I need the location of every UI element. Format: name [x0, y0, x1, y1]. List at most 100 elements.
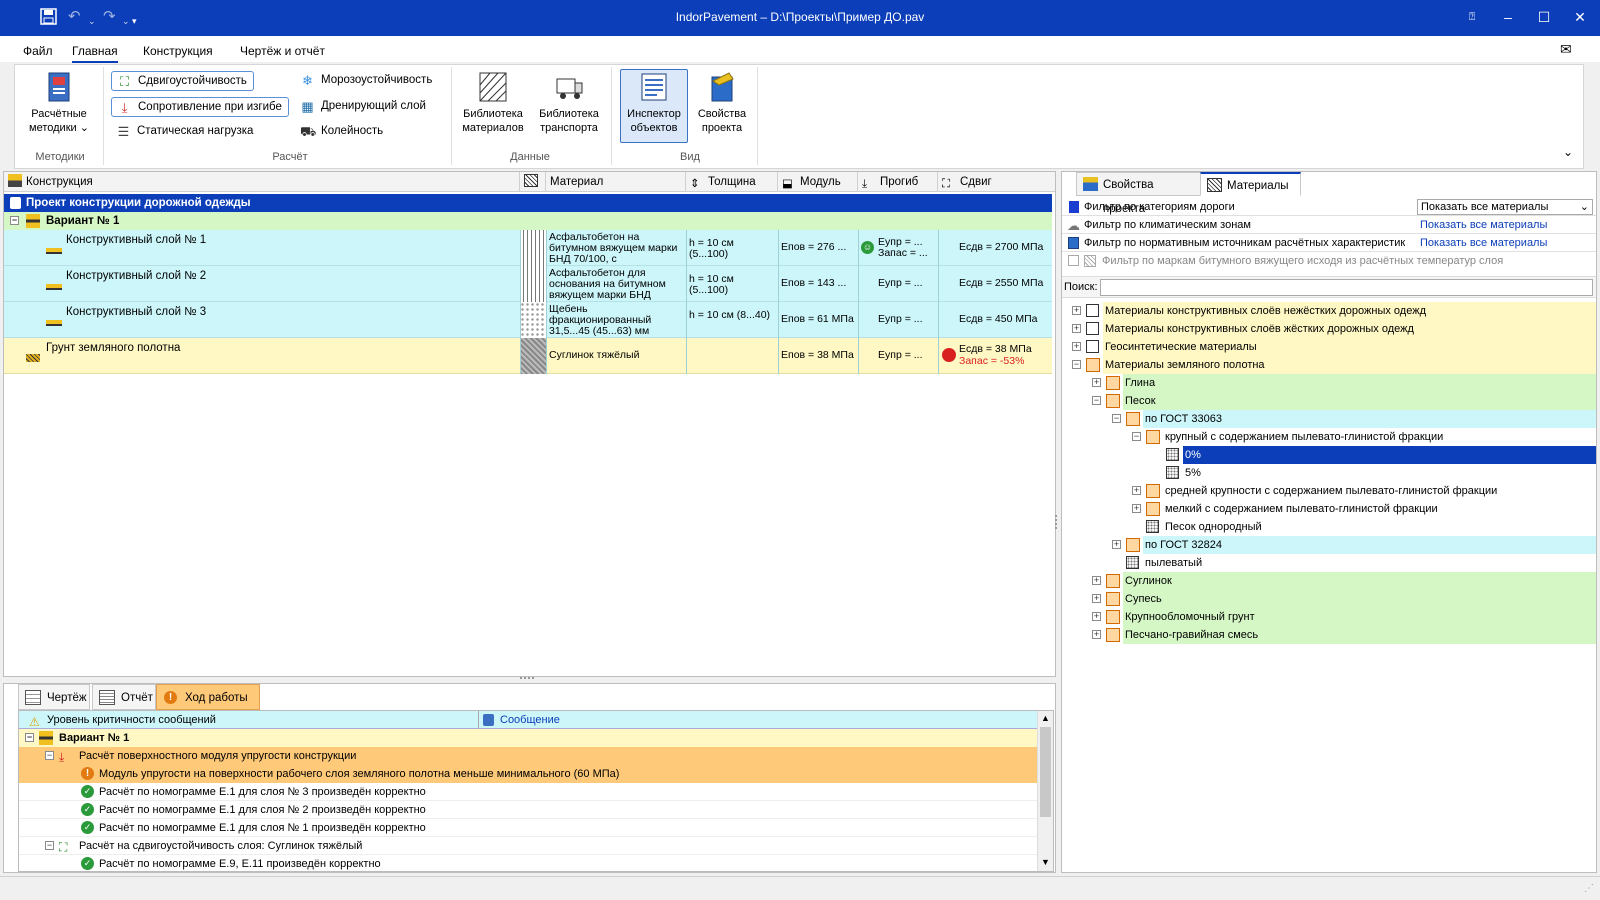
tree-node-selected[interactable]: 0%	[1062, 446, 1596, 464]
col-header-deflection[interactable]: ⤓ Прогиб	[858, 172, 938, 192]
object-inspector-button[interactable]: Инспектор объектов	[619, 71, 689, 135]
tab-report[interactable]: Отчёт	[92, 684, 156, 710]
layer-row-1[interactable]: Конструктивный слой № 1 Асфальтобетон на…	[4, 230, 1052, 266]
road-category-select[interactable]: Показать все материалы ⌄	[1417, 199, 1593, 215]
tree-node[interactable]: + Материалы конструктивных слоёв нежёстки…	[1062, 302, 1596, 320]
tree-node[interactable]: − крупный с содержанием пылевато-глинисто…	[1062, 428, 1596, 446]
expand-icon[interactable]: +	[1112, 540, 1121, 549]
col-header-shear[interactable]: ⛶ Сдвиг	[938, 172, 1055, 192]
tree-node[interactable]: + средней крупности с содержанием пылеват…	[1062, 482, 1596, 500]
log-ok-row[interactable]: ✓ Расчёт по номограмме Е.1 для слоя № 2 п…	[19, 801, 1049, 819]
tree-node[interactable]: − Песок	[1062, 392, 1596, 410]
collapse-icon[interactable]: −	[1072, 360, 1081, 369]
bitumen-checkbox[interactable]	[1068, 255, 1079, 266]
tree-node[interactable]: − Материалы земляного полотна	[1062, 356, 1596, 374]
tree-node[interactable]: пылеватый	[1062, 554, 1596, 572]
drainage-layer-button[interactable]: ▦ Дренирующий слой	[295, 97, 432, 117]
col-header-material[interactable]: Материал	[546, 172, 686, 192]
log-warning-row[interactable]: ! Модуль упругости на поверхности рабочег…	[19, 765, 1049, 783]
resize-grip-icon[interactable]: ⋰	[1584, 883, 1594, 894]
frost-resistance-button[interactable]: ❄ Морозоустойчивость	[295, 71, 438, 91]
shear-stability-button[interactable]: ⛶ Сдвигоустойчивость	[111, 71, 254, 91]
tab-materials[interactable]: Материалы	[1200, 172, 1301, 196]
log-group-row[interactable]: − ⛶ Расчёт на сдвигоустойчивость слоя: Суг…	[19, 837, 1049, 855]
normative-source-link[interactable]: Показать все материалы	[1420, 234, 1547, 252]
project-row[interactable]: Проект конструкции дорожной одежды	[4, 194, 1052, 212]
bending-resistance-button[interactable]: ⤓ Сопротивление при изгибе	[111, 97, 289, 117]
maximize-icon[interactable]: ☐	[1532, 9, 1556, 25]
scroll-down-icon[interactable]: ▼	[1041, 857, 1050, 867]
expand-icon[interactable]: +	[1092, 576, 1101, 585]
scroll-thumb[interactable]	[1040, 727, 1051, 817]
tree-node[interactable]: + Песчано-гравийная смесь	[1062, 626, 1596, 644]
log-ok-row[interactable]: ✓ Расчёт по номограмме Е.1 для слоя № 3 п…	[19, 783, 1049, 801]
tree-node[interactable]: − по ГОСТ 33063	[1062, 410, 1596, 428]
expand-icon[interactable]: +	[1092, 630, 1101, 639]
rutting-button[interactable]: ⛟ Колейность	[295, 122, 389, 142]
col-header-thickness[interactable]: ⇕ Толщина	[686, 172, 778, 192]
tree-node[interactable]: + Материалы конструктивных слоёв жёстких …	[1062, 320, 1596, 338]
tree-node[interactable]: + Геосинтетические материалы	[1062, 338, 1596, 356]
tree-node[interactable]: Песок однородный	[1062, 518, 1596, 536]
tree-node[interactable]: + Крупнообломочный грунт	[1062, 608, 1596, 626]
tab-drawing[interactable]: Чертёж	[18, 684, 90, 710]
collapse-icon[interactable]: −	[1092, 396, 1101, 405]
collapse-icon[interactable]: −	[1112, 414, 1121, 423]
expand-icon[interactable]: +	[1132, 486, 1141, 495]
tab-work-progress[interactable]: ! Ход работы	[156, 684, 260, 710]
splitter-handle[interactable]	[520, 677, 534, 681]
tree-node[interactable]: 5%	[1062, 464, 1596, 482]
expand-icon[interactable]: +	[1072, 306, 1081, 315]
tree-node[interactable]: + Глина	[1062, 374, 1596, 392]
expand-icon[interactable]: +	[1072, 324, 1081, 333]
menu-home[interactable]: Главная	[72, 44, 118, 63]
materials-library-button[interactable]: Библиотека материалов	[457, 71, 529, 135]
log-ok-row[interactable]: ✓ Расчёт по номограмме Е.9, Е.11 произвед…	[19, 855, 1049, 871]
col-header-module[interactable]: ⬓ Модуль	[778, 172, 858, 192]
expand-icon[interactable]: +	[1092, 378, 1101, 387]
collapse-ribbon-icon[interactable]: ⌄	[1563, 145, 1573, 159]
collapse-icon[interactable]: −	[45, 751, 54, 760]
log-group-row[interactable]: − ⤓ Расчёт поверхностного модуля упругости…	[19, 747, 1049, 765]
collapse-icon[interactable]: −	[45, 841, 54, 850]
tree-node[interactable]: + Супесь	[1062, 590, 1596, 608]
collapse-icon[interactable]: −	[10, 216, 19, 225]
static-load-button[interactable]: ☰ Статическая нагрузка	[111, 122, 259, 142]
splitter-handle[interactable]	[1055, 515, 1059, 529]
climate-zone-link[interactable]: Показать все материалы	[1420, 216, 1547, 234]
log-scrollbar[interactable]: ▲ ▼	[1037, 711, 1053, 871]
log-ok-row[interactable]: ✓ Расчёт по номограмме Е.1 для слоя № 1 п…	[19, 819, 1049, 837]
close-icon[interactable]: ✕	[1568, 9, 1592, 25]
transport-library-button[interactable]: Библиотека транспорта	[533, 71, 605, 135]
level-header-label[interactable]: Уровень критичности сообщений	[47, 711, 216, 729]
soil-row[interactable]: Грунт земляного полотна Суглинок тяжёлый…	[4, 338, 1052, 374]
collapse-icon[interactable]: −	[1132, 432, 1141, 441]
expand-icon[interactable]: +	[1072, 342, 1081, 351]
search-input[interactable]	[1100, 279, 1593, 296]
collapse-icon[interactable]: −	[25, 733, 34, 742]
mail-icon[interactable]: ✉	[1560, 41, 1572, 58]
minimize-icon[interactable]: –	[1496, 9, 1520, 25]
layer-row-2[interactable]: Конструктивный слой № 2 Асфальтобетон дл…	[4, 266, 1052, 302]
help-icon[interactable]: ⍰	[1460, 9, 1484, 25]
tab-project-properties[interactable]: Свойства проекта	[1076, 172, 1202, 215]
expand-icon[interactable]: +	[1132, 504, 1141, 513]
menu-construction[interactable]: Конструкция	[143, 44, 213, 58]
layer-row-3[interactable]: Конструктивный слой № 3 Щебень фракциони…	[4, 302, 1052, 338]
col-header-construction[interactable]: Конструкция	[4, 172, 520, 192]
scroll-up-icon[interactable]: ▲	[1041, 713, 1050, 723]
menu-drawing-report[interactable]: Чертёж и отчёт	[240, 44, 325, 58]
col-header-hatch[interactable]	[520, 172, 546, 192]
materials-tree: + Материалы конструктивных слоёв нежёстки…	[1062, 300, 1596, 872]
tree-node[interactable]: + по ГОСТ 32824	[1062, 536, 1596, 554]
calc-methods-button[interactable]: Расчётные методики ⌄	[23, 71, 95, 135]
project-properties-button[interactable]: Свойства проекта	[691, 71, 753, 135]
variant-row[interactable]: − Вариант № 1	[4, 212, 1052, 230]
expand-icon[interactable]: +	[1092, 594, 1101, 603]
expand-icon[interactable]: +	[1092, 612, 1101, 621]
log-variant-row[interactable]: − Вариант № 1	[19, 729, 1049, 747]
message-header-label[interactable]: Сообщение	[500, 711, 560, 729]
tree-node[interactable]: + Суглинок	[1062, 572, 1596, 590]
tree-node[interactable]: + мелкий с содержанием пылевато-глинистой…	[1062, 500, 1596, 518]
menu-file[interactable]: Файл	[23, 44, 53, 58]
